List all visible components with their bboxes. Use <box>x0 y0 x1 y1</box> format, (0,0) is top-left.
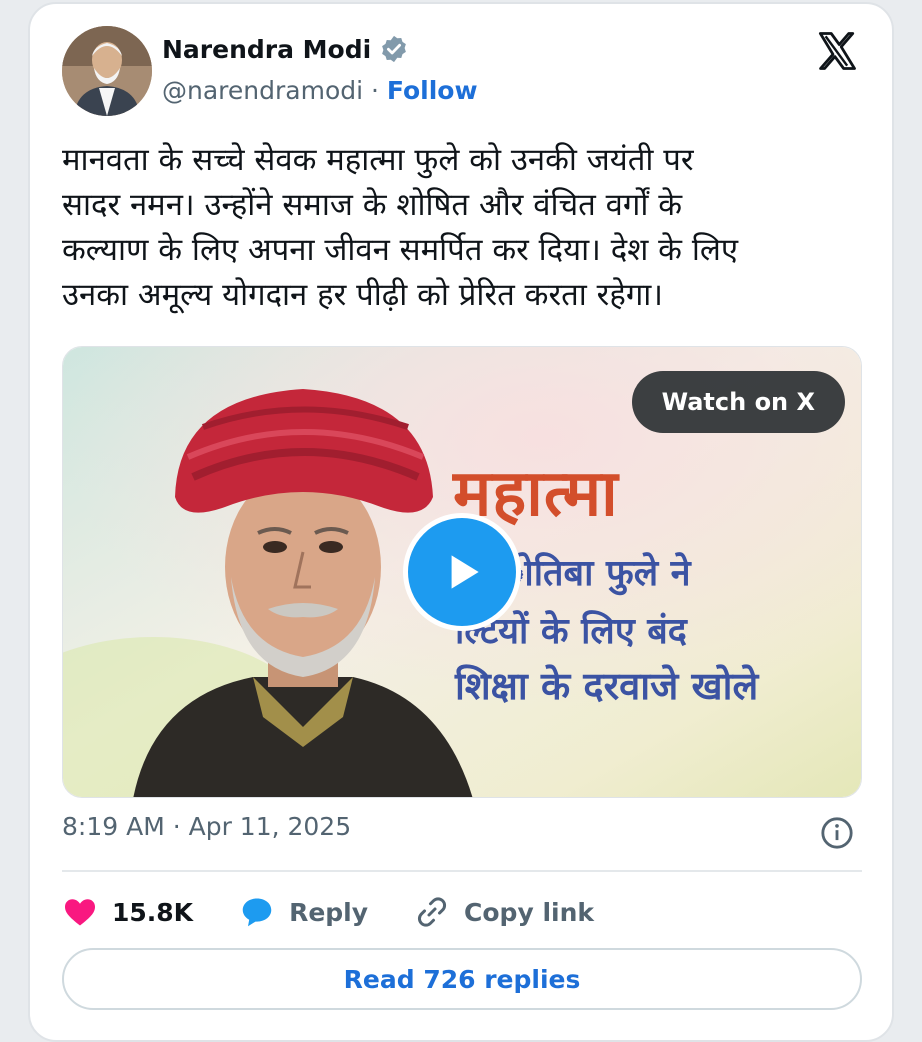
play-icon <box>451 555 479 589</box>
video-thumbnail[interactable]: महात्मा ोतिबा फुले ने ल्टियों के लिए बंद… <box>62 346 862 798</box>
media-subtitle: शिक्षा के दरवाजे खोले <box>455 664 759 708</box>
follow-button[interactable]: Follow <box>387 76 478 105</box>
heart-icon <box>65 899 95 926</box>
reply-button[interactable]: Reply <box>239 894 368 930</box>
author-handle[interactable]: @narendramodi <box>162 76 363 105</box>
watch-on-x-button[interactable]: Watch on X <box>631 371 845 433</box>
x-logo-icon[interactable] <box>816 30 858 72</box>
tweet-card: Narendra Modi @narendramodi · Follow मान… <box>28 2 894 1042</box>
link-icon <box>417 897 447 927</box>
info-icon[interactable] <box>820 816 854 850</box>
timestamp[interactable]: 8:19 AM · Apr 11, 2025 <box>62 812 351 841</box>
action-bar: 15.8K Reply Copy link <box>62 890 640 934</box>
reply-bubble-icon <box>242 898 272 927</box>
copy-link-button[interactable]: Copy link <box>414 894 594 930</box>
like-button[interactable]: 15.8K <box>62 894 193 930</box>
tweet-text: मानवता के सच्चे सेवक महात्मा फुले को उनक… <box>62 138 872 318</box>
like-count: 15.8K <box>112 897 194 927</box>
handle-separator: · <box>363 76 387 105</box>
copy-link-label: Copy link <box>464 897 595 927</box>
tweet-line: मानवता के सच्चे सेवक महात्मा फुले को उनक… <box>62 142 694 178</box>
tweet-line: सादर नमन। उन्होंने समाज के शोषित और वंचि… <box>62 187 683 223</box>
divider <box>62 870 862 872</box>
tweet-line: कल्याण के लिए अपना जीवन समर्पित कर दिया।… <box>62 232 739 268</box>
play-button[interactable] <box>403 513 521 631</box>
tweet-line: उनका अमूल्य योगदान हर पीढ़ी को प्रेरित क… <box>62 277 664 313</box>
media-subtitle: ोतिबा फुले ने <box>503 553 691 594</box>
author-name[interactable]: Narendra Modi <box>162 35 371 64</box>
avatar[interactable] <box>62 26 152 116</box>
verified-badge-icon <box>382 35 407 63</box>
read-replies-button[interactable]: Read 726 replies <box>62 948 862 1010</box>
reply-label: Reply <box>289 897 369 927</box>
